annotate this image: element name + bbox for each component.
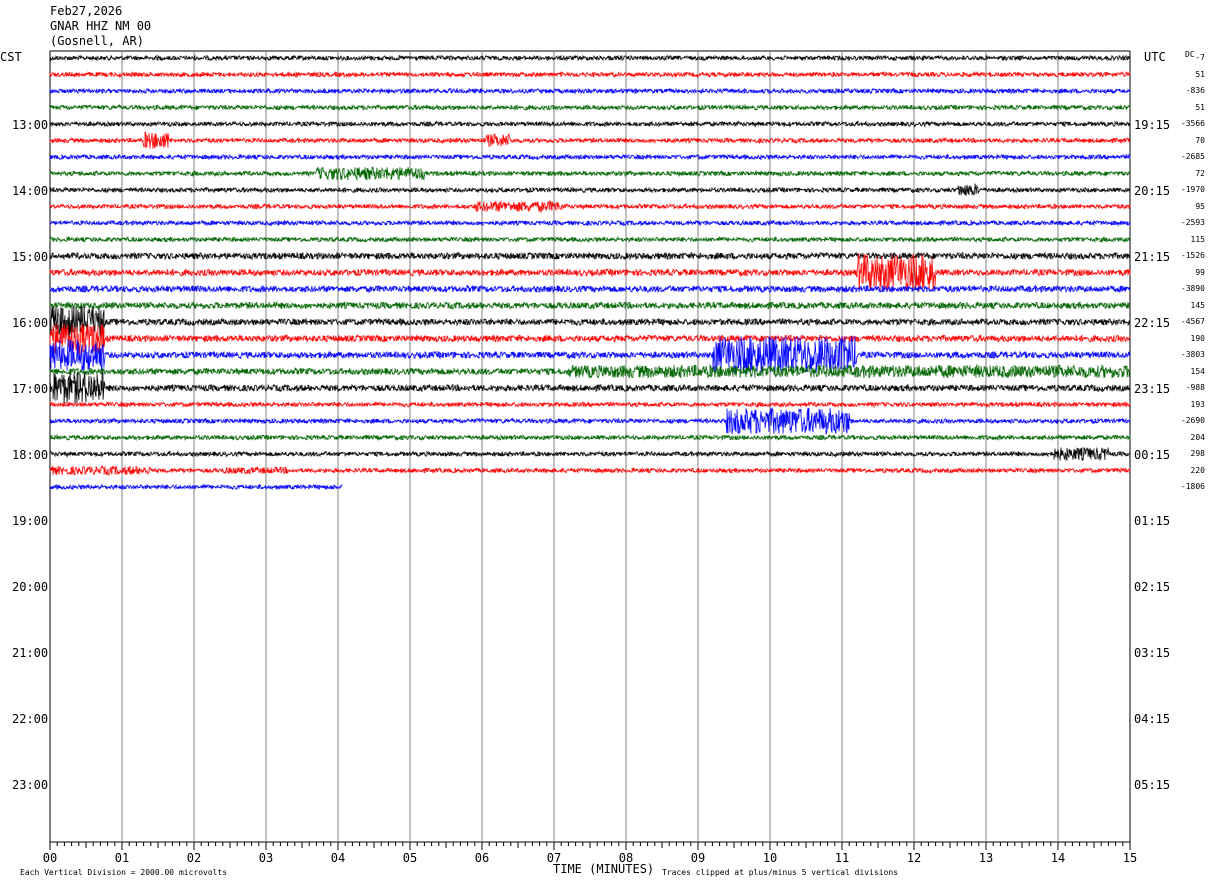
- seismic-trace: [49, 103, 1131, 112]
- dc-offset-value: 154: [1190, 366, 1205, 376]
- left-hour-label: 23:00: [12, 778, 49, 792]
- dc-offset-value: -3566: [1180, 119, 1205, 128]
- dc-offset-value: -3890: [1180, 284, 1205, 293]
- right-hour-label: 23:15: [1134, 382, 1171, 396]
- seismic-trace: [49, 87, 1131, 95]
- x-tick-label: 03: [259, 851, 273, 865]
- dc-offset-value: 193: [1190, 399, 1205, 409]
- seismic-trace: [49, 153, 1131, 161]
- dc-offset-value: -4567: [1180, 317, 1205, 326]
- dc-offset-value: -2685: [1180, 152, 1205, 161]
- left-hour-label: 14:00: [12, 184, 49, 198]
- x-tick-label: 12: [907, 851, 921, 865]
- minute-gridlines: [49, 50, 1131, 843]
- x-tick-label: 05: [403, 851, 417, 865]
- left-hour-label: 18:00: [12, 448, 49, 462]
- dc-offset-value: -836: [1185, 86, 1205, 95]
- station-code: GNAR HHZ NM 00: [50, 19, 152, 33]
- seismic-trace: [49, 70, 1131, 79]
- dc-offset-value: 145: [1190, 300, 1205, 310]
- seismic-trace: [49, 131, 1131, 149]
- dc-offset-value: 51: [1195, 69, 1205, 79]
- left-hour-label: 15:00: [12, 250, 49, 264]
- seismic-trace: [49, 235, 1131, 244]
- scale-note: Each Vertical Division = 2000.00 microvo…: [20, 868, 228, 877]
- x-tick-label: 04: [331, 851, 345, 865]
- plot-date: Feb27,2026: [50, 4, 123, 18]
- seismic-trace: [49, 54, 1131, 62]
- x-tick-label: 01: [115, 851, 129, 865]
- right-hour-label: 04:15: [1134, 712, 1171, 726]
- right-hour-label: 01:15: [1134, 514, 1171, 528]
- x-tick-label: 13: [979, 851, 993, 865]
- seismic-trace: [49, 363, 1131, 379]
- seismic-trace: [49, 306, 1131, 338]
- right-hour-label: 00:15: [1134, 448, 1171, 462]
- dc-offset-value: 115: [1190, 234, 1205, 244]
- clip-note: Traces clipped at plus/minus 5 vertical …: [662, 868, 899, 877]
- dc-offset-value: -2593: [1180, 218, 1205, 227]
- seismic-trace: [49, 322, 1131, 355]
- seismic-trace: [49, 166, 1131, 182]
- right-hour-label: 19:15: [1134, 118, 1171, 132]
- seismic-trace: [49, 284, 1131, 294]
- seismic-trace: [49, 219, 1131, 227]
- x-tick-label: 10: [763, 851, 777, 865]
- seismic-trace: [49, 120, 1131, 128]
- dc-offset-value: 95: [1195, 201, 1205, 211]
- x-tick-label: 00: [43, 851, 57, 865]
- left-hour-label: 20:00: [12, 580, 49, 594]
- seismic-trace: [49, 433, 1131, 442]
- dc-offset-value: -988: [1185, 383, 1205, 392]
- x-tick-label: 14: [1051, 851, 1065, 865]
- dc-offset-value: -1526: [1180, 251, 1205, 260]
- dc-offset-value: 51: [1195, 102, 1205, 112]
- right-hour-label: 03:15: [1134, 646, 1171, 660]
- x-tick-label: 15: [1123, 851, 1137, 865]
- right-hour-label: 02:15: [1134, 580, 1171, 594]
- dc-offset-value: 220: [1190, 465, 1205, 475]
- left-timezone-label: CST: [0, 50, 22, 64]
- dc-label: DC: [1185, 50, 1195, 59]
- left-hour-label: 13:00: [12, 118, 49, 132]
- seismic-trace: [49, 199, 1131, 214]
- left-hour-label: 22:00: [12, 712, 49, 726]
- x-tick-label: 06: [475, 851, 489, 865]
- right-hour-label: 22:15: [1134, 316, 1171, 330]
- x-tick-label: 02: [187, 851, 201, 865]
- station-location: (Gosnell, AR): [50, 34, 144, 48]
- x-tick-label: 09: [691, 851, 705, 865]
- seismic-trace: [49, 446, 1131, 462]
- left-hour-label: 16:00: [12, 316, 49, 330]
- dc-offset-value: -7: [1195, 53, 1205, 62]
- right-hour-label: 05:15: [1134, 778, 1171, 792]
- left-hour-label: 21:00: [12, 646, 49, 660]
- seismic-trace: [49, 406, 1131, 435]
- left-hour-label: 19:00: [12, 514, 49, 528]
- seismic-trace: [49, 300, 1131, 311]
- seismic-trace: [49, 183, 1131, 196]
- left-hour-label: 17:00: [12, 382, 49, 396]
- seismic-trace: [49, 483, 343, 491]
- dc-offset-value: 190: [1190, 333, 1205, 343]
- dc-offset-value: 99: [1195, 267, 1205, 277]
- seismic-trace: [49, 400, 1131, 409]
- dc-offset-value: -2690: [1180, 416, 1205, 425]
- right-hour-label: 20:15: [1134, 184, 1171, 198]
- seismic-trace: [49, 464, 1131, 477]
- seismic-traces: [49, 54, 1131, 491]
- dc-offset-value: 298: [1190, 449, 1205, 458]
- dc-offset-value: 70: [1195, 135, 1205, 145]
- right-timezone-label: UTC: [1144, 50, 1166, 64]
- seismic-trace: [49, 251, 1131, 261]
- seismogram-plot: 00 01 02 03 04 05 06 07 08 09 10 11 12 13 14 15: [43, 50, 1137, 865]
- x-axis-title: TIME (MINUTES): [553, 862, 655, 876]
- dc-offset-value: -1806: [1180, 482, 1205, 491]
- right-hour-label: 21:15: [1134, 250, 1171, 264]
- dc-offset-value: -3803: [1180, 350, 1205, 359]
- dc-offset-value: 72: [1195, 168, 1205, 178]
- x-tick-label: 11: [835, 851, 849, 865]
- dc-offset-value: 204: [1190, 432, 1205, 442]
- dc-offset-value: -1970: [1180, 185, 1205, 194]
